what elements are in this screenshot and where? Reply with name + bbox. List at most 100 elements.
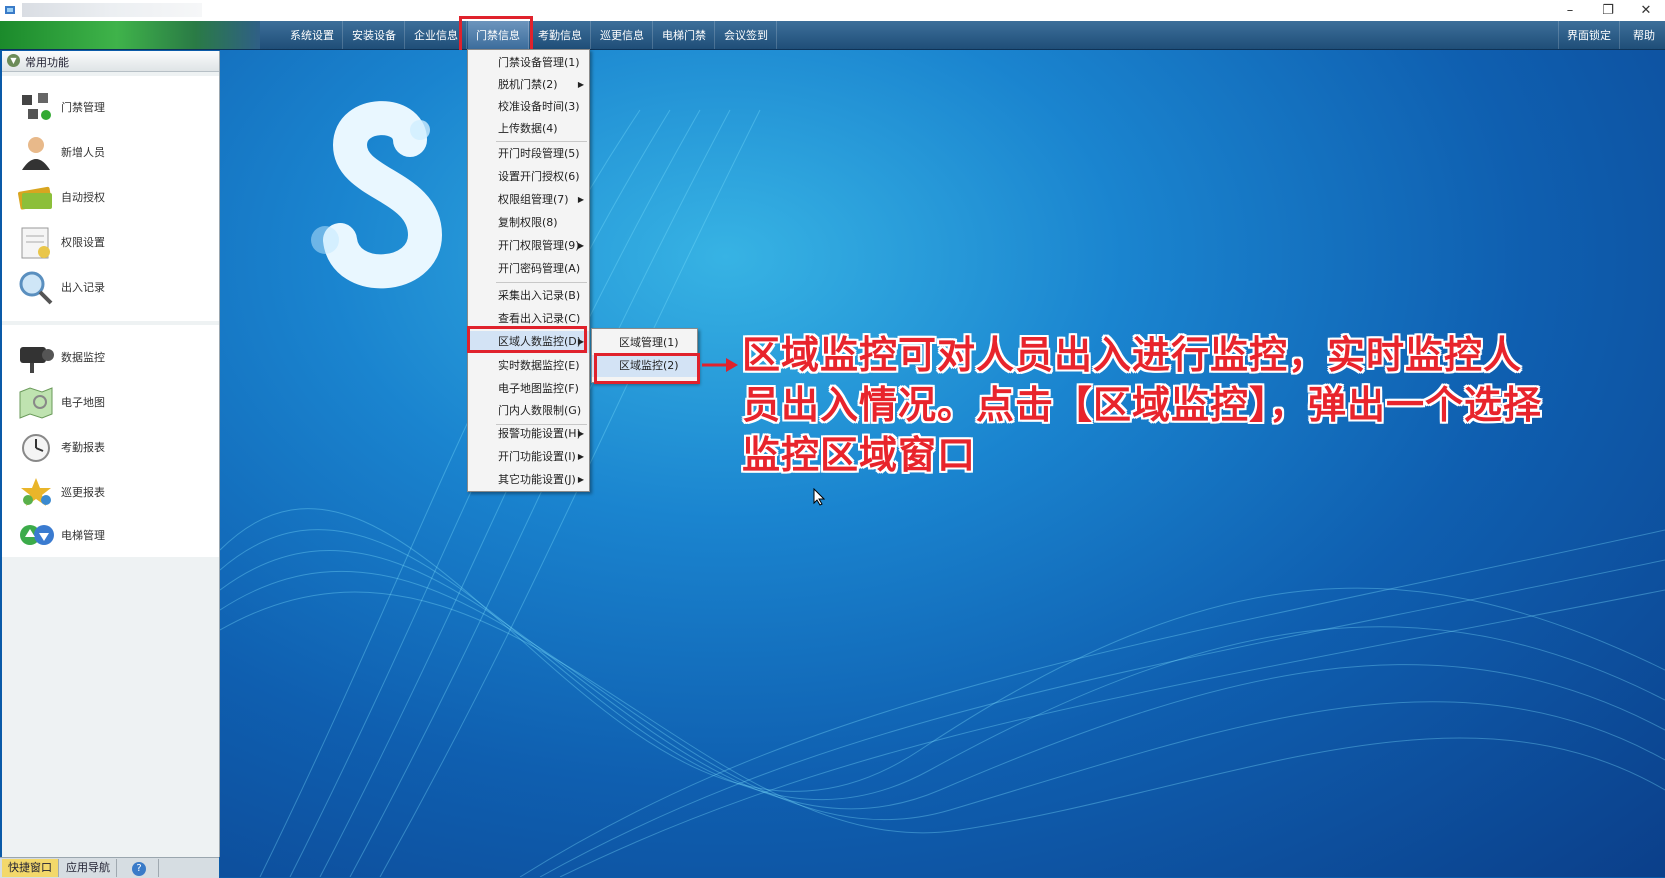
person-icon <box>22 137 50 170</box>
fn-data-monitoring[interactable]: 数据监控 <box>2 335 219 379</box>
menu-elevator-access[interactable]: 电梯门禁 <box>654 21 715 49</box>
dd-label: 复制权限(8) <box>498 216 558 229</box>
elevator-icon <box>20 525 54 545</box>
dd-label: 电子地图监控(F) <box>498 382 579 395</box>
dd-item-collect-records[interactable]: 采集出入记录(B) <box>468 285 589 307</box>
dd-label: 采集出入记录(B) <box>498 289 581 302</box>
dd-label: 校准设备时间(3) <box>498 100 580 113</box>
close-button[interactable]: ✕ <box>1627 0 1665 21</box>
function-group-1: 门禁管理 新增人员 自动授权 权限设置 出入记录 <box>2 76 219 321</box>
menu-install-devices[interactable]: 安装设备 <box>344 21 405 49</box>
fn-add-person[interactable]: 新增人员 <box>2 130 219 174</box>
submenu-arrow-icon: ▶ <box>577 241 584 250</box>
dd-item-map-monitoring[interactable]: 电子地图监控(F) <box>468 378 589 400</box>
submenu-highlight-box <box>594 353 700 384</box>
window-title <box>22 3 202 17</box>
dd-label: 权限组管理(7) <box>498 193 569 206</box>
fn-label: 出入记录 <box>61 281 105 294</box>
dd-label: 开门密码管理(A) <box>498 262 581 275</box>
menu-separator <box>496 141 587 142</box>
menu-lock-screen[interactable]: 界面锁定 <box>1558 21 1620 49</box>
fn-access-records[interactable]: 出入记录 <box>2 265 219 309</box>
menu-patrol-info[interactable]: 巡更信息 <box>592 21 653 49</box>
fn-label: 新增人员 <box>61 146 105 159</box>
dd-item-realtime-monitoring[interactable]: 实时数据监控(E) <box>468 355 589 377</box>
menu-system-settings[interactable]: 系统设置 <box>282 21 343 49</box>
dd-label: 设置开门授权(6) <box>498 170 580 183</box>
door-access-icon <box>22 93 51 120</box>
panel-header-label: 常用功能 <box>25 56 69 69</box>
restore-button[interactable]: ❐ <box>1589 0 1627 21</box>
dd-item-copy-permission[interactable]: 复制权限(8) <box>468 212 589 234</box>
brand-s-logo <box>311 101 443 289</box>
fn-label: 自动授权 <box>61 191 105 204</box>
menu-attendance-info[interactable]: 考勤信息 <box>530 21 591 49</box>
fn-electronic-map[interactable]: 电子地图 <box>2 380 219 424</box>
dd-item-occupancy-limit[interactable]: 门内人数限制(G) <box>468 400 589 422</box>
fn-label: 考勤报表 <box>61 441 105 454</box>
submenu-arrow-icon: ▶ <box>577 452 584 461</box>
panel-header[interactable]: ▼ 常用功能 <box>2 51 219 72</box>
quick-functions-panel: ▼ 常用功能 门禁管理 新增人员 自动授权 权限设置 出入记录 数据监控 电子地… <box>2 51 220 857</box>
magnifier-icon <box>19 271 53 305</box>
dd-item-set-authorization[interactable]: 设置开门授权(6) <box>468 166 589 188</box>
dd-item-upload-data[interactable]: 上传数据(4) <box>468 118 589 140</box>
dd-item-offline-access[interactable]: 脱机门禁(2) ▶ <box>468 74 589 96</box>
brand-banner <box>0 21 260 49</box>
door-access-dropdown: 门禁设备管理(1) 脱机门禁(2) ▶ 校准设备时间(3) 上传数据(4) 开门时… <box>467 49 590 492</box>
dd-item-device-management[interactable]: 门禁设备管理(1) <box>468 52 589 74</box>
dd-item-open-password[interactable]: 开门密码管理(A) <box>468 258 589 280</box>
dd-item-permission-group[interactable]: 权限组管理(7) ▶ <box>468 189 589 211</box>
dd-item-alarm-settings[interactable]: 报警功能设置(H) ▶ <box>468 423 589 445</box>
help-question-icon[interactable]: ? <box>120 859 159 877</box>
dd-label: 上传数据(4) <box>498 122 558 135</box>
app-icon <box>5 6 15 14</box>
dd-item-calibrate-time[interactable]: 校准设备时间(3) <box>468 96 589 118</box>
fn-auto-authorize[interactable]: 自动授权 <box>2 175 219 219</box>
title-bar: – ❐ ✕ <box>0 0 1665 21</box>
pointer-arrow-icon <box>702 358 738 372</box>
fn-label: 数据监控 <box>61 351 105 364</box>
fn-label: 电梯管理 <box>61 529 105 542</box>
submenu-arrow-icon: ▶ <box>577 429 584 438</box>
clock-icon <box>22 434 50 462</box>
submenu-arrow-icon: ▶ <box>577 80 584 89</box>
tab-app-navigation[interactable]: 应用导航 <box>60 859 117 877</box>
fn-permission-settings[interactable]: 权限设置 <box>2 220 219 264</box>
tab-quick-window[interactable]: 快捷窗口 <box>2 859 59 877</box>
dd-label: 门内人数限制(G) <box>498 404 582 417</box>
dd-label: 报警功能设置(H) <box>498 427 581 440</box>
fn-label: 权限设置 <box>61 236 105 249</box>
minimize-button[interactable]: – <box>1551 0 1589 21</box>
dropdown-highlight-box <box>467 326 587 353</box>
fn-attendance-report[interactable]: 考勤报表 <box>2 425 219 469</box>
menu-separator <box>496 282 587 283</box>
permission-icon <box>21 227 50 259</box>
fn-patrol-report[interactable]: 巡更报表 <box>2 470 219 514</box>
fn-label: 电子地图 <box>61 396 105 409</box>
function-group-2: 数据监控 电子地图 考勤报表 巡更报表 电梯管理 <box>2 325 219 557</box>
fn-label: 门禁管理 <box>61 101 105 114</box>
help-question-glyph: ? <box>132 862 146 876</box>
menu-company-info[interactable]: 企业信息 <box>406 21 467 49</box>
tutorial-annotation: 区域监控可对人员出入进行监控，实时监控人员出入情况。点击【区域监控】，弹出一个选… <box>742 333 1543 477</box>
dd-label: 开门功能设置(I) <box>498 450 576 463</box>
fn-elevator-management[interactable]: 电梯管理 <box>2 513 219 557</box>
dd-item-open-function[interactable]: 开门功能设置(I) ▶ <box>468 446 589 468</box>
dd-label: 门禁设备管理(1) <box>498 56 580 69</box>
submenu-arrow-icon: ▶ <box>577 195 584 204</box>
patrol-icon <box>21 478 51 506</box>
card-icon <box>18 186 53 210</box>
fn-door-management[interactable]: 门禁管理 <box>2 85 219 129</box>
dd-item-open-permission[interactable]: 开门权限管理(9) ▶ <box>468 235 589 257</box>
dd-item-other-settings[interactable]: 其它功能设置(J) ▶ <box>468 469 589 491</box>
collapse-chevron-icon[interactable]: ▼ <box>7 54 20 67</box>
bottom-tab-bar: 快捷窗口 应用导航 ? <box>0 857 219 878</box>
dd-label: 开门权限管理(9) <box>498 239 580 252</box>
menu-help[interactable]: 帮助 <box>1625 21 1663 49</box>
dd-item-open-period[interactable]: 开门时段管理(5) <box>468 143 589 165</box>
dd-label: 其它功能设置(J) <box>498 473 576 486</box>
menu-bar: 系统设置 安装设备 企业信息 门禁信息 考勤信息 巡更信息 电梯门禁 会议签到 … <box>0 21 1665 50</box>
submenu-item-area-management[interactable]: 区域管理(1) <box>592 332 697 354</box>
menu-meeting-checkin[interactable]: 会议签到 <box>716 21 777 49</box>
